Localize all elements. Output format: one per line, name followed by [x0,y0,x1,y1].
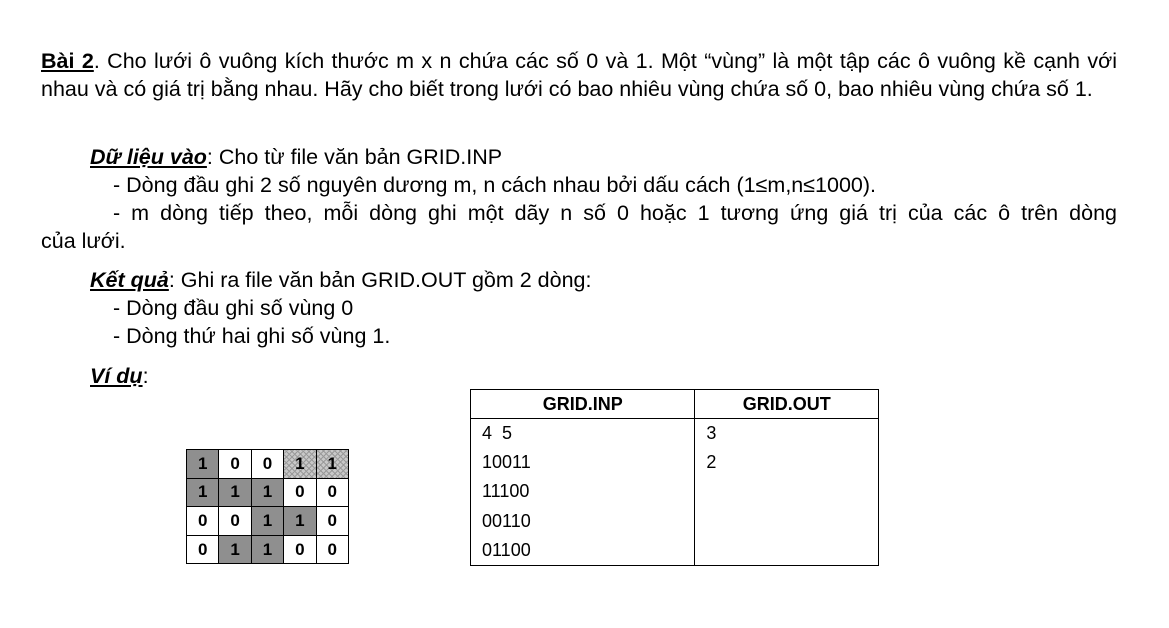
input-heading-line: Dữ liệu vào: Cho từ file văn bản GRID.IN… [90,143,502,171]
out-cell [694,477,879,507]
problem-text: . Cho lưới ô vuông kích thước m x n chứa… [41,49,1117,101]
grid-cell: 0 [283,534,317,565]
table-row: 10011 2 [469,448,879,478]
grid-row: 11100 [185,477,349,508]
problem-statement: Bài 2. Cho lưới ô vuông kích thước m x n… [41,47,1117,103]
grid-cell: 1 [218,477,252,508]
table-row: 11100 [469,477,879,507]
grid-cell: 0 [250,449,285,479]
input-heading: Dữ liệu vào [90,145,207,169]
grid-cell: 0 [185,534,220,565]
grid-cell: 0 [315,534,349,565]
output-heading: Kết quả [90,268,169,292]
grid-cell: 1 [250,506,285,536]
grid-cell: 1 [283,506,317,536]
grid-cell: 0 [218,449,252,479]
out-cell [694,535,879,566]
input-intro: : Cho từ file văn bản GRID.INP [206,145,503,169]
problem-label: Bài 2 [41,49,94,73]
example-table-header: GRID.INP GRID.OUT [469,389,879,419]
grid-cell: 1 [185,449,220,479]
example-heading: Ví dụ [90,364,143,388]
inp-cell: 10011 [469,448,696,478]
grid-cell: 1 [185,477,220,508]
example-colon: : [142,364,149,388]
inp-cell: 11100 [469,477,696,507]
output-heading-line: Kết quả: Ghi ra file văn bản GRID.OUT gồ… [90,266,591,294]
example-grid: 10011111000011001100 [185,449,349,565]
grid-cell: 1 [250,477,285,508]
table-row: 00110 [469,506,879,536]
example-heading-line: Ví dụ: [90,362,149,390]
grid-row: 00110 [185,506,349,536]
grid-cell: 1 [218,534,252,565]
inp-cell: 00110 [469,506,696,536]
out-cell [694,506,879,536]
grid-cell: 0 [218,506,252,536]
header-grid-out: GRID.OUT [694,389,879,419]
grid-cell: 0 [315,506,349,536]
output-line-2: - Dòng thứ hai ghi số vùng 1. [113,324,391,348]
input-line-1: - Dòng đầu ghi 2 số nguyên dương m, n cá… [113,173,877,197]
inp-cell: 4 5 [469,418,696,449]
inp-cell: 01100 [469,535,696,566]
out-cell: 2 [694,448,879,478]
grid-cell: 1 [250,534,285,565]
grid-cell: 0 [315,477,349,508]
header-grid-inp: GRID.INP [469,389,696,419]
grid-cell: 1 [315,449,349,479]
input-line-2: - m dòng tiếp theo, mỗi dòng ghi một dãy… [113,201,1117,225]
table-row: 4 5 3 [469,418,879,449]
example-table: GRID.INP GRID.OUT 4 5 3 10011 2 11100 00… [469,389,879,566]
grid-cell: 1 [283,449,317,479]
grid-cell: 0 [283,477,317,508]
grid-row: 01100 [185,534,349,565]
table-row: 01100 [469,535,879,566]
output-line-1: - Dòng đầu ghi số vùng 0 [113,296,354,320]
grid-row: 10011 [185,449,349,479]
out-cell: 3 [694,418,879,449]
input-line-2-cont: của lưới. [41,229,126,253]
output-intro: : Ghi ra file văn bản GRID.OUT gồm 2 dòn… [168,268,592,292]
grid-cell: 0 [185,506,220,536]
